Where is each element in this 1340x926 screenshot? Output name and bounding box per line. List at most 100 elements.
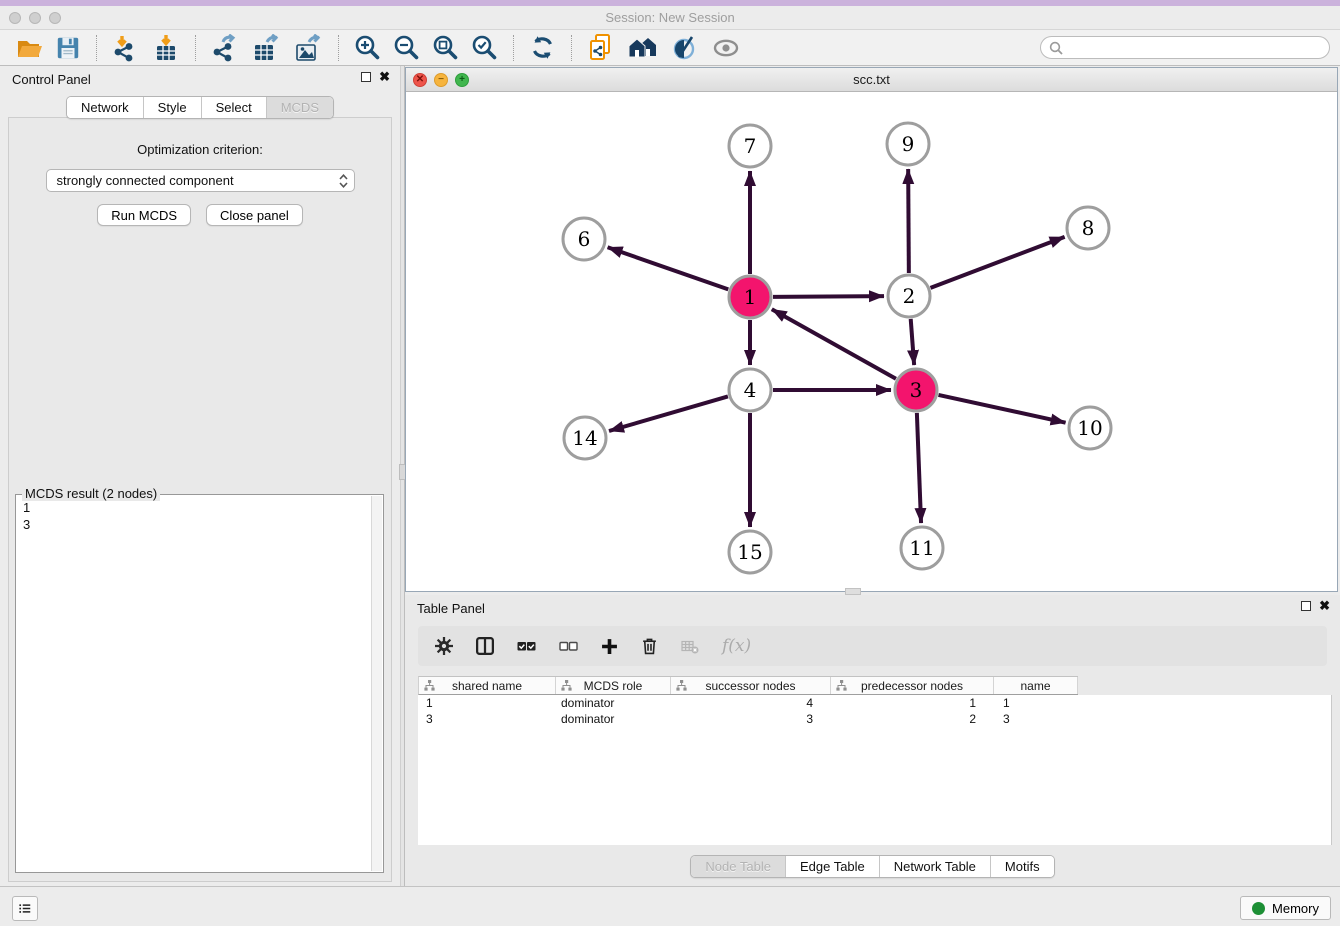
gear-icon	[435, 637, 453, 655]
table-row[interactable]: 3 dominator 3 2 3	[418, 711, 1331, 727]
cell-shared-name[interactable]: 1	[418, 696, 555, 710]
graph-edge-2-8[interactable]	[931, 237, 1065, 288]
control-panel-title: Control Panel	[12, 72, 91, 87]
select-all-button[interactable]	[517, 640, 536, 653]
column-header-predecessor-nodes[interactable]: predecessor nodes	[831, 677, 994, 694]
import-table-button[interactable]	[150, 32, 182, 64]
column-header-mcds-role[interactable]: MCDS role	[556, 677, 671, 694]
unselect-all-button[interactable]	[559, 640, 578, 653]
application-window: Session: New Session	[0, 0, 1340, 926]
float-table-panel-icon[interactable]	[1301, 601, 1311, 611]
cell-mcds-role[interactable]: dominator	[555, 696, 670, 710]
graph-edge-2-9[interactable]	[908, 169, 909, 273]
graph-edge-3-11[interactable]	[917, 413, 921, 523]
graph-edge-1-6[interactable]	[608, 247, 729, 289]
cell-predecessor-nodes[interactable]: 2	[830, 712, 993, 726]
tab-network-table[interactable]: Network Table	[880, 856, 991, 877]
network-minimize-button[interactable]: −	[434, 73, 448, 87]
horizontal-splitter-grip[interactable]	[845, 588, 861, 595]
cell-mcds-role[interactable]: dominator	[555, 712, 670, 726]
graph-edge-3-1[interactable]	[772, 309, 896, 379]
cell-predecessor-nodes[interactable]: 1	[830, 696, 993, 710]
network-maximize-button[interactable]: +	[455, 73, 469, 87]
optimization-criterion-select[interactable]: strongly connected component	[46, 169, 355, 192]
tab-select[interactable]: Select	[202, 97, 267, 118]
show-task-history-button[interactable]	[12, 896, 38, 921]
export-image-icon	[293, 34, 323, 62]
save-session-button[interactable]	[53, 33, 83, 63]
search-field[interactable]	[1040, 36, 1330, 59]
mcds-result-group: MCDS result (2 nodes) 1 3	[15, 494, 384, 873]
graph-edge-2-3[interactable]	[911, 319, 914, 365]
network-window-title: scc.txt	[406, 72, 1337, 87]
column-header-successor-nodes[interactable]: successor nodes	[671, 677, 831, 694]
graphics-details-button[interactable]	[669, 32, 701, 64]
column-label: MCDS role	[584, 679, 643, 693]
cell-successor-nodes[interactable]: 3	[670, 712, 830, 726]
node-table[interactable]: 1 dominator 4 1 1 3 dominator 3 2 3	[418, 695, 1332, 845]
memory-label: Memory	[1272, 901, 1319, 916]
import-network-icon	[112, 34, 140, 62]
list-icon	[19, 902, 31, 915]
toolbar-separator	[195, 35, 196, 61]
graph-node-label-6: 6	[578, 227, 591, 251]
delete-row-button[interactable]	[641, 637, 658, 655]
optimization-criterion-label: Optimization criterion:	[9, 142, 391, 157]
search-input[interactable]	[1063, 40, 1321, 56]
export-table-button[interactable]	[249, 32, 283, 64]
tab-node-table[interactable]: Node Table	[691, 856, 786, 877]
hide-details-button[interactable]	[709, 33, 743, 63]
zoom-selected-button[interactable]	[469, 32, 500, 63]
close-panel-button[interactable]: Close panel	[206, 204, 303, 226]
tab-style[interactable]: Style	[144, 97, 202, 118]
show-column-button[interactable]	[476, 637, 494, 655]
delete-table-icon	[681, 639, 699, 654]
clone-network-button[interactable]	[585, 31, 617, 65]
export-network-button[interactable]	[209, 32, 241, 64]
tab-edge-table[interactable]: Edge Table	[786, 856, 880, 877]
graph-edge-3-10[interactable]	[938, 395, 1065, 423]
network-window-titlebar[interactable]: ✕ − + scc.txt	[406, 68, 1337, 92]
close-panel-icon[interactable]: ✖	[379, 72, 390, 82]
column-label: successor nodes	[705, 679, 795, 693]
column-header-shared-name[interactable]: shared name	[419, 677, 556, 694]
tab-network[interactable]: Network	[67, 97, 144, 118]
graph-edge-1-2[interactable]	[773, 296, 884, 297]
table-settings-button[interactable]	[435, 637, 453, 655]
cell-name[interactable]: 1	[993, 696, 1077, 710]
cell-name[interactable]: 3	[993, 712, 1077, 726]
zoom-fit-button[interactable]	[430, 32, 461, 63]
first-neighbors-button[interactable]	[625, 33, 661, 63]
zoom-out-button[interactable]	[391, 32, 422, 63]
float-panel-icon[interactable]	[361, 72, 371, 82]
tab-mcds[interactable]: MCDS	[267, 97, 333, 118]
export-image-button[interactable]	[291, 32, 325, 64]
zoom-in-button[interactable]	[352, 32, 383, 63]
run-mcds-button[interactable]: Run MCDS	[97, 204, 191, 226]
tab-motifs[interactable]: Motifs	[991, 856, 1054, 877]
houses-icon	[627, 35, 659, 61]
cell-shared-name[interactable]: 3	[418, 712, 555, 726]
memory-button[interactable]: Memory	[1240, 896, 1331, 920]
table-row[interactable]: 1 dominator 4 1 1	[418, 695, 1331, 711]
close-table-panel-icon[interactable]: ✖	[1319, 601, 1330, 611]
window-titlebar[interactable]: Session: New Session	[0, 6, 1340, 30]
add-row-button[interactable]	[601, 638, 618, 655]
mcds-result-text[interactable]: 1 3	[17, 497, 370, 871]
graph-node-label-8: 8	[1082, 216, 1095, 240]
network-canvas[interactable]: 7968124314101511	[406, 92, 1337, 591]
import-network-button[interactable]	[110, 32, 142, 64]
column-header-name[interactable]: name	[994, 677, 1078, 694]
toolbar-separator	[96, 35, 97, 61]
cell-successor-nodes[interactable]: 4	[670, 696, 830, 710]
tree-icon	[424, 680, 435, 691]
result-scrollbar[interactable]	[371, 496, 382, 871]
open-session-button[interactable]	[14, 33, 45, 63]
graph-node-label-15: 15	[737, 540, 762, 564]
graph-edge-4-14[interactable]	[609, 396, 728, 431]
function-builder-button: f(x)	[722, 636, 751, 656]
network-close-button[interactable]: ✕	[413, 73, 427, 87]
apply-layout-button[interactable]	[527, 32, 558, 63]
network-window: ✕ − + scc.txt 7968124314101511	[405, 67, 1338, 592]
memory-status-icon	[1252, 902, 1265, 915]
